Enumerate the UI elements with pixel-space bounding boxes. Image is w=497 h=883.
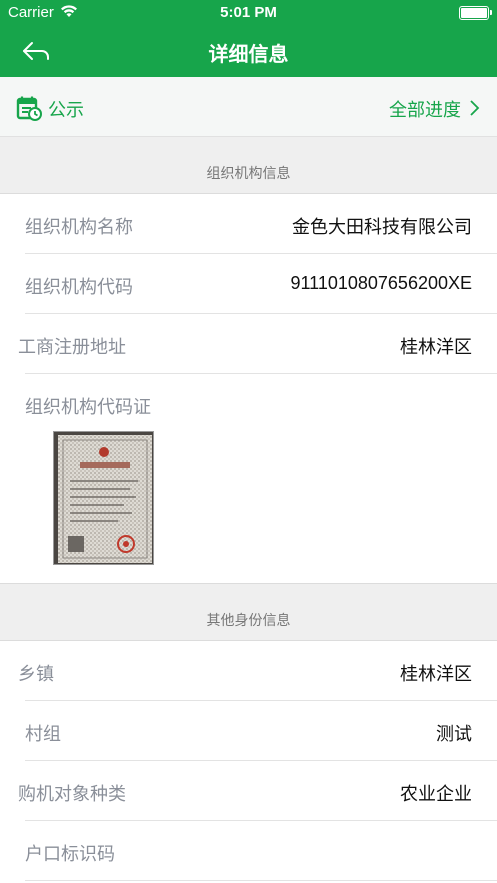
org-name-row: 组织机构名称 金色大田科技有限公司 xyxy=(0,194,497,254)
other-section-header: 其他身份信息 xyxy=(0,584,497,640)
org-section-header: 组织机构信息 xyxy=(0,137,497,193)
business-address-label: 工商注册地址 xyxy=(18,337,126,358)
chevron-right-icon[interactable] xyxy=(469,99,481,117)
village-group-row: 村组 测试 xyxy=(0,701,497,761)
calendar-clock-icon xyxy=(16,96,42,121)
buyer-type-value: 农业企业 xyxy=(400,784,472,804)
business-address-row: 工商注册地址 桂林洋区 xyxy=(0,314,497,374)
household-id-row: 户口标识码 xyxy=(0,821,497,881)
nav-bar: 详细信息 xyxy=(0,26,497,77)
buyer-type-row: 购机对象种类 农业企业 xyxy=(0,761,497,821)
township-value: 桂林洋区 xyxy=(400,664,472,684)
org-code-row: 组织机构代码 9111010807656200XE xyxy=(0,254,497,314)
org-certificate-row: 组织机构代码证 xyxy=(0,374,497,434)
org-certificate-label: 组织机构代码证 xyxy=(25,397,151,418)
buyer-type-label: 购机对象种类 xyxy=(18,784,126,805)
village-group-label: 村组 xyxy=(25,724,61,745)
status-bar: Carrier 5:01 PM xyxy=(0,0,497,26)
business-address-value: 桂林洋区 xyxy=(400,337,472,357)
certificate-image[interactable] xyxy=(53,431,154,565)
org-name-value: 金色大田科技有限公司 xyxy=(292,217,472,237)
org-section-title: 组织机构信息 xyxy=(206,166,291,182)
notice-label: 公示 xyxy=(48,100,84,121)
org-info-card: 组织机构名称 金色大田科技有限公司 组织机构代码 911101080765620… xyxy=(0,193,497,584)
certificate-image-graphic xyxy=(54,432,153,564)
village-group-value: 测试 xyxy=(436,724,472,744)
township-label: 乡镇 xyxy=(18,664,54,685)
township-row: 乡镇 桂林洋区 xyxy=(0,641,497,701)
all-progress-link[interactable]: 全部进度 xyxy=(389,96,461,122)
other-info-card: 乡镇 桂林洋区 村组 测试 购机对象种类 农业企业 户口标识码 xyxy=(0,640,497,883)
status-time: 5:01 PM xyxy=(220,4,277,21)
household-id-label: 户口标识码 xyxy=(25,844,115,865)
org-code-label: 组织机构代码 xyxy=(25,277,133,298)
org-code-value: 9111010807656200XE xyxy=(290,273,472,293)
page-title: 详细信息 xyxy=(208,42,289,66)
org-name-label: 组织机构名称 xyxy=(25,217,133,238)
notice-row[interactable]: 公示 全部进度 xyxy=(0,77,497,137)
other-section-title: 其他身份信息 xyxy=(206,613,291,629)
battery-icon xyxy=(459,6,492,20)
detail-screen: Carrier 5:01 PM 详细信息 公示 全部进度 组织机构信息 组织机构… xyxy=(0,0,497,883)
